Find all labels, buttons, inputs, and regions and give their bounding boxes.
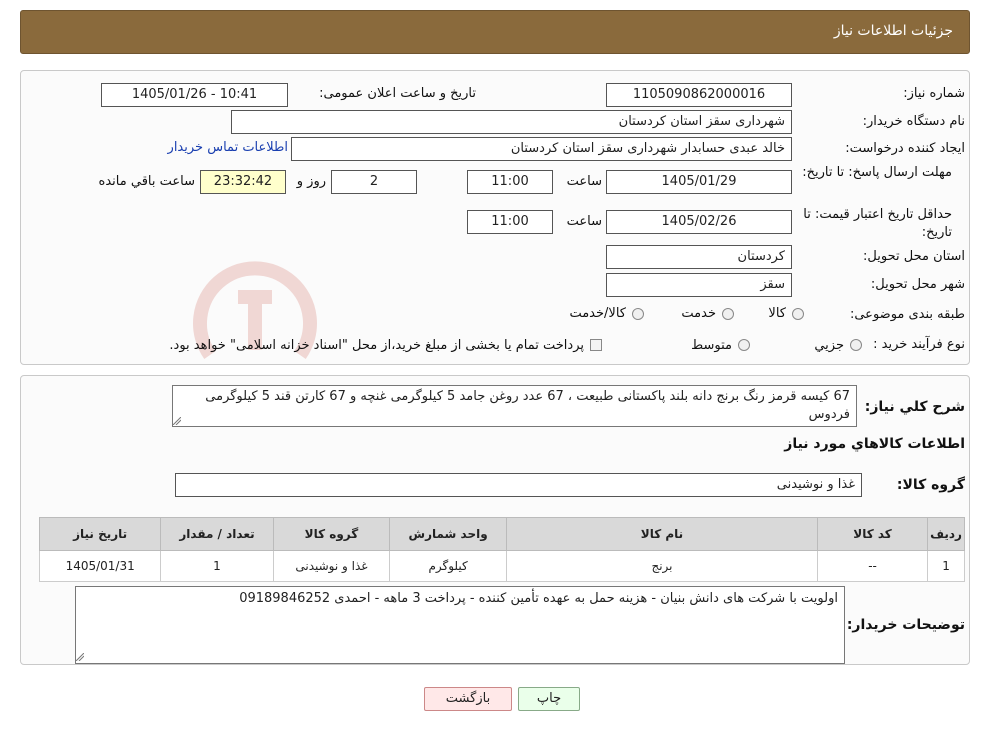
resize-grip-icon[interactable] (173, 417, 181, 425)
goods-section-title: اطلاعات كالاهاي مورد نياز (784, 436, 965, 452)
creator-label: ایجاد کننده درخواست: (845, 141, 965, 156)
category-service-radio[interactable] (722, 308, 734, 320)
category-label: طبقه بندی موضوعی: (849, 307, 965, 322)
province-label: استان محل تحویل: (863, 249, 965, 264)
announce-field: 1405/01/26 - 10:41 (101, 83, 288, 107)
goods-table-header: تاريخ نياز تعداد / مقدار گروه كالا واحد … (38, 517, 965, 551)
buyer-notes-label: توضیحات خریدار: (846, 617, 965, 633)
process-medium-label: متوسط (691, 338, 732, 353)
col-code: كد كالا (817, 517, 929, 551)
description-label: شرح كلي نياز: (864, 399, 965, 415)
creator-field: خالد عبدی حسابدار شهرداری سقز استان کردس… (291, 137, 792, 161)
city-field: سقز (606, 273, 792, 297)
province-field: کردستان (606, 245, 792, 269)
cell-code: -- (817, 550, 929, 582)
notes-resize-grip-icon[interactable] (76, 653, 84, 661)
cell-group: غذا و نوشیدنی (272, 550, 391, 582)
category-goods-service-radio[interactable] (632, 308, 644, 320)
table-row: 1405/01/31 1 غذا و نوشیدنی کیلوگرم برنج … (38, 550, 965, 582)
deadline-time-label: ساعت (566, 174, 602, 189)
col-need-date: تاريخ نياز (38, 517, 162, 551)
category-service-label: خدمت (681, 306, 716, 321)
col-unit: واحد شمارش (389, 517, 507, 551)
description-textarea[interactable]: 67 کیسه قرمز رنگ برنج دانه بلند پاکستانی… (172, 385, 857, 427)
validity-time-field: 11:00 (467, 210, 553, 234)
validity-date-field: 1405/02/26 (606, 210, 792, 234)
deadline-time-field: 11:00 (467, 170, 553, 194)
announce-label: تاریخ و ساعت اعلان عمومی: (319, 86, 476, 101)
cell-unit: کیلوگرم (389, 550, 507, 582)
process-medium-radio[interactable] (738, 339, 750, 351)
deadline-date-field: 1405/01/29 (606, 170, 792, 194)
category-goods-service-label: کالا/خدمت (569, 306, 626, 321)
cell-quantity: 1 (160, 550, 274, 582)
treasury-checkbox[interactable] (590, 339, 602, 351)
city-label: شهر محل تحویل: (870, 277, 965, 292)
buyer-org-label: نام دستگاه خریدار: (862, 114, 965, 129)
col-row: رديف (927, 517, 965, 551)
buyer-contact-link[interactable]: اطلاعات تماس خریدار (154, 140, 288, 155)
goods-group-field: غذا و نوشیدنی (175, 473, 862, 497)
category-goods-radio[interactable] (792, 308, 804, 320)
col-name: نام كالا (505, 517, 819, 551)
validity-label: حداقل تاریخ اعتبار قیمت: تا تاریخ: (803, 207, 952, 240)
buyer-notes-textarea[interactable]: اولویت با شرکت های دانش بنیان - هزینه حم… (75, 586, 845, 664)
remaining-time-field: 23:32:42 (200, 170, 286, 194)
page-header: جزئیات اطلاعات نیاز (20, 10, 970, 54)
back-button[interactable]: بازگشت (424, 687, 512, 711)
need-number-label: شماره نیاز: (903, 86, 965, 101)
validity-time-label: ساعت (566, 214, 602, 229)
days-label: روز و (296, 174, 326, 189)
buyer-org-field: شهرداری سقز استان کردستان (231, 110, 792, 134)
page-title: جزئیات اطلاعات نیاز (833, 23, 953, 39)
cell-row: 1 (927, 550, 965, 582)
deadline-label: مهلت ارسال پاسخ: تا تاریخ: (802, 165, 952, 180)
need-number-field: 1105090862000016 (606, 83, 792, 107)
description-text: 67 کیسه قرمز رنگ برنج دانه بلند پاکستانی… (205, 389, 850, 422)
process-partial-radio[interactable] (850, 339, 862, 351)
col-group: گروه كالا (272, 517, 391, 551)
cell-name: برنج (505, 550, 819, 582)
process-note: پرداخت تمام یا بخشی از مبلغ خرید،از محل … (169, 338, 584, 353)
category-goods-label: کالا (768, 306, 786, 321)
buyer-notes-text: اولویت با شرکت های دانش بنیان - هزینه حم… (239, 591, 838, 606)
cell-need-date: 1405/01/31 (38, 550, 162, 582)
col-quantity: تعداد / مقدار (160, 517, 274, 551)
process-label: نوع فرآیند خرید : (873, 337, 965, 352)
remaining-label: ساعت باقي مانده (98, 174, 195, 189)
goods-table: تاريخ نياز تعداد / مقدار گروه كالا واحد … (38, 517, 965, 582)
process-partial-label: جزیي (814, 338, 844, 353)
days-remaining-field: 2 (331, 170, 417, 194)
goods-group-label: گروه كالا: (896, 477, 965, 493)
print-button[interactable]: چاپ (518, 687, 580, 711)
